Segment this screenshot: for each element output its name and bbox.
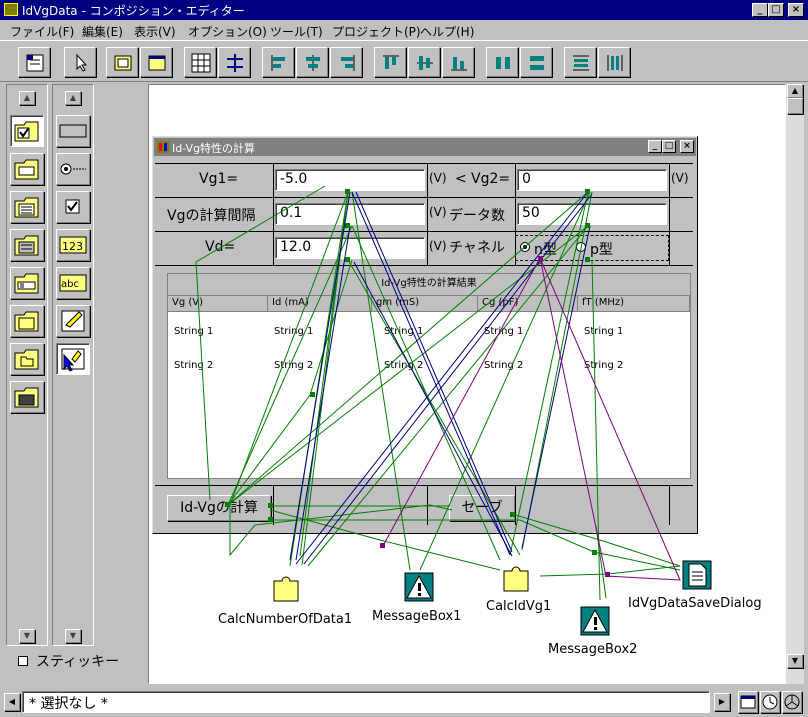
connection-line[interactable]	[269, 509, 501, 571]
puzzle-icon	[273, 576, 299, 602]
messagebox1-label: MessageBox1	[372, 609, 462, 624]
connection-line[interactable]	[270, 519, 681, 571]
calc-idvg-label: CalcIdVg1	[486, 599, 552, 614]
connection-line[interactable]	[509, 191, 589, 556]
connection-line[interactable]	[419, 191, 591, 571]
connection-line[interactable]	[295, 225, 351, 561]
connection-line[interactable]	[353, 261, 513, 557]
messagebox2-label: MessageBox2	[548, 642, 638, 657]
connection-line[interactable]	[521, 225, 591, 549]
status-bar: ◀ * 選択なし * ▶	[0, 687, 808, 717]
connection-line[interactable]	[195, 185, 326, 501]
connection-line[interactable]	[289, 191, 351, 561]
status-window-button[interactable]	[738, 691, 758, 713]
puzzle-icon	[503, 566, 529, 592]
status-chart-button[interactable]	[782, 691, 802, 713]
warning-icon	[404, 572, 434, 602]
calc-number-of-data-label: CalcNumberOfData1	[218, 612, 353, 627]
pie-chart-icon	[784, 694, 800, 710]
connection-line[interactable]	[539, 257, 681, 581]
save-dialog-label: IdVgDataSaveDialog	[628, 596, 762, 611]
connection-line[interactable]	[289, 191, 349, 567]
document-icon	[682, 560, 712, 590]
status-scroll-right-button[interactable]: ▶	[714, 693, 730, 711]
status-scroll-left-button[interactable]: ◀	[4, 693, 20, 711]
warning-icon	[580, 606, 610, 636]
connection-line[interactable]	[381, 257, 541, 549]
connection-line[interactable]	[227, 191, 589, 506]
connection-line[interactable]	[227, 225, 353, 506]
window-icon	[740, 695, 756, 709]
connection-line[interactable]	[229, 504, 453, 557]
connection-line[interactable]	[351, 191, 511, 556]
status-clock-button[interactable]	[760, 691, 780, 713]
clock-icon	[762, 694, 778, 710]
connection-line[interactable]	[307, 225, 589, 567]
status-selection-field: * 選択なし *	[22, 691, 710, 713]
